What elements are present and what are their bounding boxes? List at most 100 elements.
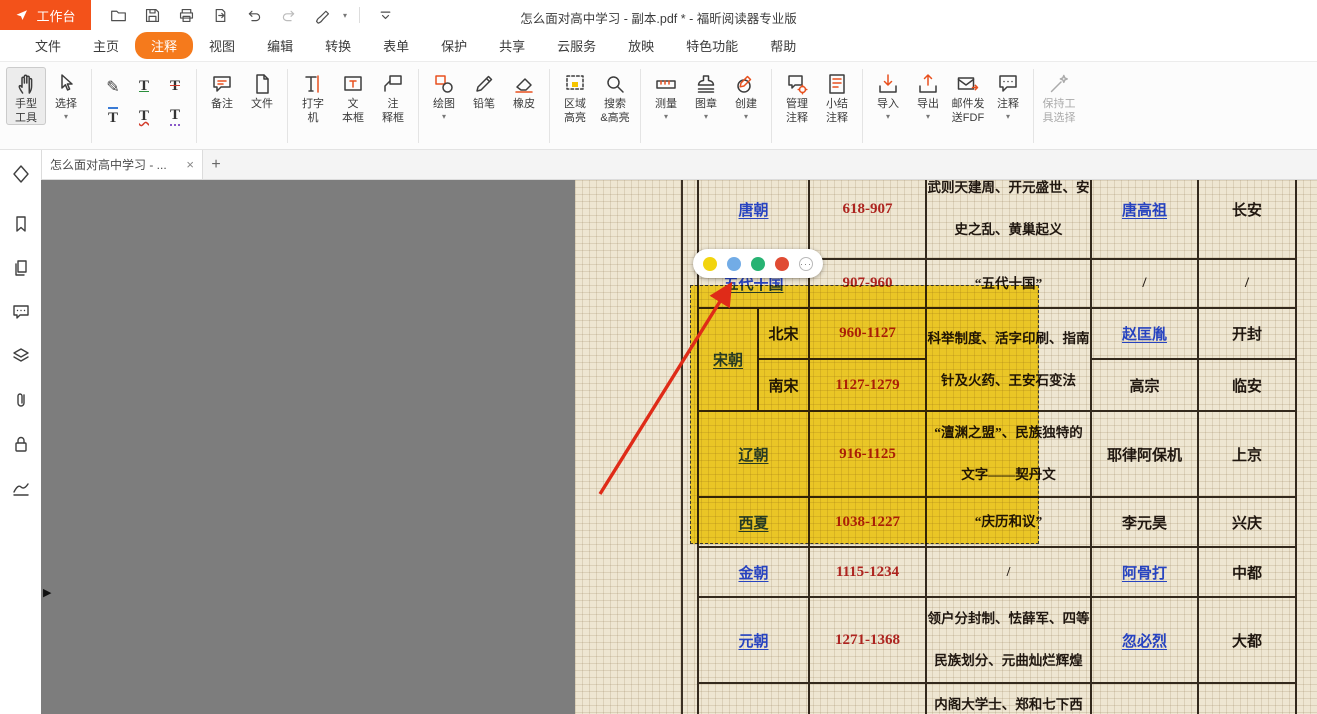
workspace-button[interactable]: 工作台 <box>0 0 91 30</box>
lock-icon <box>11 434 31 454</box>
color-swatch-yellow[interactable] <box>703 257 717 271</box>
signature-panel-button[interactable] <box>7 474 35 502</box>
bookmarks-panel-button[interactable] <box>7 210 35 238</box>
replace-text-icon: T <box>170 107 180 126</box>
select-caret-icon[interactable]: ▾ <box>64 112 68 121</box>
comments-list-panel-button[interactable] <box>7 298 35 326</box>
manage-comments-button[interactable]: 管理 注释 <box>777 67 817 125</box>
color-swatch-green[interactable] <box>751 257 765 271</box>
attachments-panel-button[interactable] <box>7 386 35 414</box>
founder-cell: 李元昊 <box>1091 497 1198 547</box>
highlight-text-button[interactable]: ✎ <box>98 72 128 101</box>
stamp-button[interactable]: 图章 ▾ <box>686 67 726 121</box>
drawing-button[interactable]: 绘图 ▾ <box>424 67 464 121</box>
table-row-ming-partial: 内阁大学士、郑和七下西 <box>698 683 1296 714</box>
eraser-button[interactable]: 橡皮 <box>504 67 544 111</box>
color-swatch-blue[interactable] <box>727 257 741 271</box>
email-fdf-button[interactable]: 邮件发 送FDF <box>948 67 988 125</box>
layers-panel-button[interactable] <box>7 342 35 370</box>
menu-item-cloud[interactable]: 云服务 <box>541 32 612 59</box>
menu-item-help[interactable]: 帮助 <box>754 32 812 59</box>
stamp-icon <box>694 70 718 97</box>
file-attachment-button[interactable]: 文件 <box>242 67 282 111</box>
menu-item-share[interactable]: 共享 <box>483 32 541 59</box>
redo-icon[interactable] <box>275 3 301 27</box>
summarize-comments-button[interactable]: 小结 注释 <box>817 67 857 125</box>
tab-close-icon[interactable]: × <box>186 159 194 171</box>
more-colors-button[interactable]: ··· <box>799 257 813 271</box>
capital-cell: 中都 <box>1198 547 1296 597</box>
select-cursor-icon <box>54 70 78 97</box>
manage-comments-icon <box>785 70 809 97</box>
strikeout-text-button[interactable]: T <box>160 72 190 101</box>
create-caret-icon[interactable]: ▾ <box>744 112 748 121</box>
expand-panel-handle[interactable]: ▶ <box>43 586 51 599</box>
new-tab-button[interactable]: + <box>203 150 229 179</box>
menu-item-features[interactable]: 特色功能 <box>670 32 754 59</box>
undo-icon[interactable] <box>241 3 267 27</box>
stamp-caret-icon[interactable]: ▾ <box>704 112 708 121</box>
keep-tool-selected-button: 保持工 具选择 <box>1039 67 1079 125</box>
area-highlight-button[interactable]: 区域 高亮 <box>555 67 595 125</box>
drawing-caret-icon[interactable]: ▾ <box>442 112 446 121</box>
manage-comments-label: 管理 注释 <box>786 97 808 125</box>
measure-button[interactable]: 测量 ▾ <box>646 67 686 121</box>
format-brush-caret-icon[interactable]: ▾ <box>343 11 347 20</box>
export-caret-icon[interactable]: ▾ <box>926 112 930 121</box>
separator <box>549 69 550 143</box>
open-folder-icon[interactable] <box>105 3 131 27</box>
note-button[interactable]: 备注 <box>202 67 242 111</box>
annotation-panel-button[interactable] <box>7 160 35 188</box>
hand-tool-button[interactable]: 手型 工具 <box>6 67 46 125</box>
menu-item-form[interactable]: 表单 <box>367 32 425 59</box>
insert-text-icon: T <box>108 107 118 127</box>
dynasty-cell <box>698 683 809 714</box>
measure-caret-icon[interactable]: ▾ <box>664 112 668 121</box>
print-icon[interactable] <box>173 3 199 27</box>
menu-item-present[interactable]: 放映 <box>612 32 670 59</box>
pencil-button[interactable]: 铅笔 <box>464 67 504 111</box>
highlight-annotation[interactable] <box>690 285 1039 544</box>
security-panel-button[interactable] <box>7 430 35 458</box>
eraser-label: 橡皮 <box>513 97 535 111</box>
pages-panel-button[interactable] <box>7 254 35 282</box>
underline-text-button[interactable]: T <box>129 72 159 101</box>
table-row-yuan: 元朝 1271-1368 领户分封制、怯薛军、四等 民族划分、元曲灿烂辉煌 忽必… <box>698 597 1296 683</box>
table-row-jin: 金朝 1115-1234 / 阿骨打 中都 <box>698 547 1296 597</box>
capital-cell: 开封 <box>1198 308 1296 359</box>
table-row-tang: 唐朝 618-907 武则天建周、开元盛世、安 史之乱、黄巢起义 唐高祖 长安 <box>698 180 1296 259</box>
comments-caret-icon[interactable]: ▾ <box>1006 112 1010 121</box>
menu-item-file[interactable]: 文件 <box>19 32 77 59</box>
menu-item-edit[interactable]: 编辑 <box>251 32 309 59</box>
export-button[interactable]: 导出 ▾ <box>908 67 948 121</box>
format-brush-icon[interactable] <box>309 3 335 27</box>
replace-text-button[interactable]: T <box>160 102 190 131</box>
save-icon[interactable] <box>139 3 165 27</box>
select-tool-button[interactable]: 选择 ▾ <box>46 67 86 121</box>
customize-quick-access-icon[interactable] <box>372 3 398 27</box>
textbox-button[interactable]: 文 本框 <box>333 67 373 125</box>
document-tab[interactable]: 怎么面对高中学习 - ... × <box>41 150 203 179</box>
pdf-page[interactable]: 唐朝 618-907 武则天建周、开元盛世、安 史之乱、黄巢起义 唐高祖 长安 … <box>575 180 1317 714</box>
pencil-icon <box>472 70 496 97</box>
callout-button[interactable]: 注 释框 <box>373 67 413 125</box>
export-page-icon[interactable] <box>207 3 233 27</box>
summarize-comments-label: 小结 注释 <box>826 97 848 125</box>
menu-item-comment[interactable]: 注释 <box>135 32 193 59</box>
years-cell: 1271-1368 <box>809 597 926 683</box>
founder-cell: / <box>1091 259 1198 308</box>
comments-panel-button[interactable]: 注释 ▾ <box>988 67 1028 121</box>
search-highlight-button[interactable]: 搜索 &高亮 <box>595 67 635 125</box>
menu-item-protect[interactable]: 保护 <box>425 32 483 59</box>
capital-cell: / <box>1198 259 1296 308</box>
menu-item-view[interactable]: 视图 <box>193 32 251 59</box>
create-button[interactable]: 创建 ▾ <box>726 67 766 121</box>
insert-text-button[interactable]: T <box>98 102 128 131</box>
import-caret-icon[interactable]: ▾ <box>886 112 890 121</box>
typewriter-button[interactable]: 打字 机 <box>293 67 333 125</box>
import-button[interactable]: 导入 ▾ <box>868 67 908 121</box>
menu-item-home[interactable]: 主页 <box>77 32 135 59</box>
squiggly-underline-button[interactable]: T <box>129 102 159 131</box>
color-swatch-red[interactable] <box>775 257 789 271</box>
menu-item-convert[interactable]: 转换 <box>309 32 367 59</box>
